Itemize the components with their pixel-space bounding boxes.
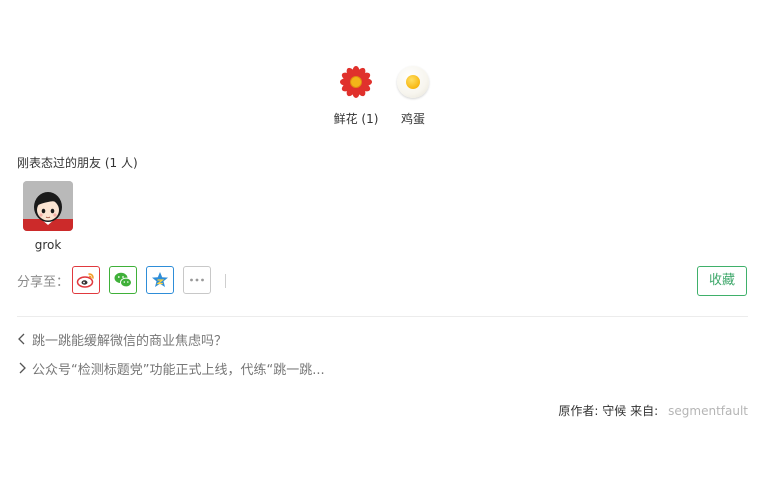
share-more-button[interactable] <box>183 266 211 294</box>
divider <box>17 316 748 317</box>
source-info: 原作者: 守候 来自: segmentfault <box>558 402 748 419</box>
share-wechat-button[interactable] <box>109 266 137 294</box>
more-icon <box>190 278 204 282</box>
reaction-egg[interactable]: 鸡蛋 <box>378 64 448 127</box>
prev-article-link[interactable]: 跳一跳能缓解微信的商业焦虑吗？ <box>17 330 228 349</box>
share-separator <box>225 274 226 288</box>
share-qzone-button[interactable] <box>146 266 174 294</box>
chevron-left-icon <box>17 333 29 349</box>
collect-button[interactable]: 收藏 <box>697 266 747 296</box>
next-article-link[interactable]: 公众号“检测标题党”功能正式上线，代练“跳一跳... <box>17 359 325 378</box>
author-label: 原作者: 守候 来自: <box>558 404 659 418</box>
reaction-egg-label: 鸡蛋 <box>400 112 425 126</box>
friends-title: 刚表态过的朋友 (1 人) <box>17 156 138 170</box>
prev-article-title: 跳一跳能缓解微信的商业焦虑吗？ <box>32 334 228 349</box>
weibo-icon <box>76 273 94 288</box>
share-weibo-button[interactable] <box>72 266 100 294</box>
flower-icon <box>338 64 374 100</box>
egg-icon <box>395 64 431 100</box>
qzone-icon <box>152 272 168 287</box>
avatar-name[interactable]: grok <box>23 238 73 252</box>
chevron-right-icon <box>17 362 29 378</box>
avatar[interactable] <box>23 181 73 231</box>
share-label: 分享至： <box>17 275 70 290</box>
source-link[interactable]: segmentfault <box>668 404 748 418</box>
wechat-icon <box>114 272 132 288</box>
next-article-title: 公众号“检测标题党”功能正式上线，代练“跳一跳... <box>32 363 325 378</box>
